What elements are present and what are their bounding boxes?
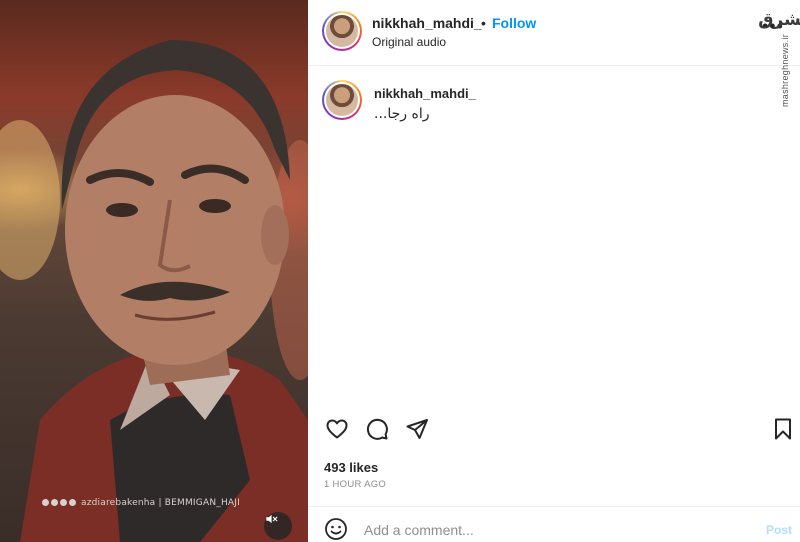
audio-link[interactable]: Original audio [372,35,446,49]
save-button[interactable] [770,416,796,442]
social-icons [42,498,78,508]
post-panel: nikkhah_mahdi_ • Follow Original audio •… [308,0,800,542]
post-timestamp: 1 HOUR AGO [324,479,387,490]
comment-button[interactable] [364,416,390,442]
heart-icon [326,419,348,439]
paper-plane-icon [406,419,428,439]
likes-count[interactable]: 493 likes [324,460,378,475]
author-username[interactable]: nikkhah_mahdi_ [372,15,482,31]
video-watermark: azdiarebakenha | BEMMIGAN_HAJI [42,498,240,508]
like-button[interactable] [324,416,350,442]
logo-site: mashreghnews.ir [780,34,790,108]
caption-text: راه رجا... [374,106,430,122]
speaker-muted-icon [266,514,278,524]
bookmark-icon [775,418,791,440]
emoji-button[interactable] [324,517,350,542]
post-comment-button[interactable]: Post [766,523,792,537]
video-frame [0,40,308,542]
avatar[interactable] [322,11,362,51]
share-button[interactable] [404,416,430,442]
post-header: nikkhah_mahdi_ • Follow Original audio •… [308,0,800,66]
site-logo: مشرق mashreghnews.ir [758,8,800,120]
logo-text: مشرق [758,10,800,30]
watermark-text: azdiarebakenha | BEMMIGAN_HAJI [81,498,240,508]
post-video[interactable]: azdiarebakenha | BEMMIGAN_HAJI [0,0,308,542]
comment-input[interactable] [364,519,744,541]
follow-button[interactable]: Follow [492,15,536,31]
mute-button[interactable] [264,512,292,540]
comment-bubble-icon [366,418,388,440]
separator-dot: • [481,15,486,31]
caption-avatar[interactable] [322,80,362,120]
emoji-icon [325,518,347,540]
action-bar [308,412,800,448]
caption-username[interactable]: nikkhah_mahdi_ [374,86,476,101]
comment-bar: Post [308,506,800,542]
